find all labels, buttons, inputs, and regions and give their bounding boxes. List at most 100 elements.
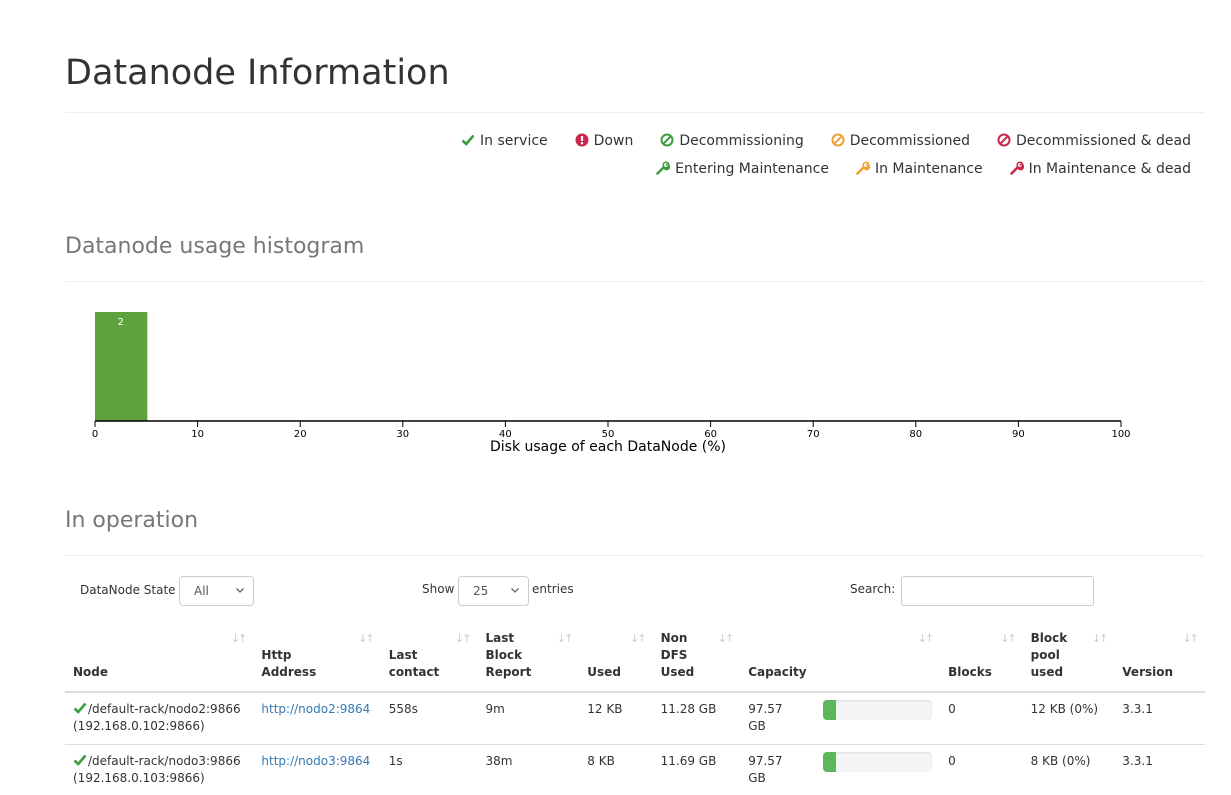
legend-item: Decommissioning <box>659 133 804 149</box>
chevron-down-icon <box>511 588 519 593</box>
column-header-text: Version <box>1122 665 1174 679</box>
column-header-text: Block <box>485 648 523 662</box>
version: 3.3.1 <box>1122 702 1153 716</box>
state-filter-label: DataNode State <box>80 583 176 597</box>
column-header[interactable]: Last Block Report ↓↑ <box>477 628 580 693</box>
x-tick-label: 0 <box>92 429 98 440</box>
capacity-progress-bar <box>823 752 933 772</box>
block-pool-used: 12 KB (0%) <box>1030 702 1099 716</box>
node-ip: (192.168.0.103:9866) <box>73 770 205 785</box>
x-axis-label: Disk usage of each DataNode (%) <box>490 439 726 455</box>
column-header[interactable]: Non DFS Used ↓↑ <box>652 628 741 693</box>
table-row: /default-rack/nodo3:9866 (192.168.0.103:9… <box>65 743 1205 795</box>
column-header[interactable]: Version ↓↑ <box>1114 628 1205 693</box>
entries-label: entries <box>532 582 574 596</box>
x-tick-label: 80 <box>909 429 922 440</box>
last-contact: 1s <box>380 743 478 795</box>
column-header-text: DFS <box>660 648 688 662</box>
sort-icon: ↓↑ <box>1091 632 1109 645</box>
http-address-link[interactable]: http://nodo2:9864 <box>261 702 370 716</box>
divider <box>65 555 1205 556</box>
used: 12 KB <box>587 702 623 716</box>
capacity: 97.57 GB <box>748 754 783 785</box>
legend-label: Decommissioning <box>679 133 804 149</box>
capacity-cell: 97.57 GB <box>740 744 941 795</box>
column-header[interactable]: Used ↓↑ <box>579 628 653 693</box>
node-cell: /default-rack/nodo3:9866 (192.168.0.103:9… <box>65 743 254 795</box>
x-tick-label: 30 <box>396 429 409 440</box>
operation-heading: In operation <box>65 508 199 533</box>
legend-item: In Maintenance <box>855 161 983 177</box>
capacity-progress-fill <box>823 752 837 772</box>
chevron-down-icon <box>236 588 244 593</box>
column-header[interactable]: Blocks ↓↑ <box>940 628 1023 693</box>
wrench-icon <box>655 161 671 177</box>
wrench-icon <box>855 161 871 177</box>
legend-label: In Maintenance <box>874 161 983 177</box>
usage-histogram: 20 10 20 30 40 50 60 70 80 90 100Disk usage of eac… <box>92 312 1131 455</box>
node-cell: /default-rack/nodo2:9866 (192.168.0.102:9… <box>65 692 253 744</box>
non-dfs-used: 11.69 GB <box>652 743 741 795</box>
column-header-text: used <box>1030 665 1064 679</box>
legend-item: Entering Maintenance <box>655 161 829 177</box>
http-cell: http://nodo2:9864 <box>253 692 380 744</box>
http-cell: http://nodo3:9864 <box>253 743 381 795</box>
non-dfs-used: 11.28 GB <box>660 702 717 716</box>
legend-row-2: Entering Maintenance In Maintenance In Mai… <box>391 161 1191 177</box>
legend-item: Decommissioned & dead <box>996 133 1191 149</box>
x-tick-label: 10 <box>191 429 204 440</box>
column-header[interactable]: Last contact ↓↑ <box>380 628 478 693</box>
legend-label: Decommissioned & dead <box>1015 133 1191 149</box>
state-filter-select[interactable]: All <box>179 576 254 606</box>
legend-item: In service <box>460 133 548 149</box>
http-address-link[interactable]: http://nodo3:9864 <box>261 754 370 768</box>
datanode-table: Node ↓↑ Http Address ↓↑ Last contact ↓↑ Last Bloc… <box>65 628 1205 795</box>
entries-select[interactable]: 25 <box>458 576 529 606</box>
divider <box>65 281 1205 282</box>
column-header-text: contact <box>388 665 440 679</box>
blocks: 0 <box>940 743 1023 795</box>
sort-icon: ↓↑ <box>556 632 574 645</box>
ban-icon <box>996 133 1012 149</box>
exclamation-circle-icon <box>574 133 590 149</box>
column-header[interactable]: Block pool used ↓↑ <box>1022 628 1115 693</box>
sort-icon: ↓↑ <box>358 632 375 645</box>
legend-row-1: In service Down Decommissioning Decommissio… <box>391 133 1191 149</box>
search-input[interactable] <box>901 576 1094 606</box>
column-header-text: Blocks <box>948 665 992 679</box>
node-name: /default-rack/nodo2:9866 <box>88 702 241 716</box>
column-header-text: Node <box>73 665 109 679</box>
page-title: Datanode Information <box>65 53 450 93</box>
histogram-bar <box>95 312 148 421</box>
column-header-text: Last <box>388 648 418 662</box>
ban-icon <box>830 133 846 149</box>
column-header[interactable]: Capacity ↓↑ <box>740 628 941 693</box>
column-header-text: pool <box>1030 648 1060 662</box>
column-header[interactable]: Http Address ↓↑ <box>253 628 381 693</box>
sort-icon: ↓↑ <box>1000 632 1017 645</box>
bar-label: 2 <box>117 317 123 328</box>
search-label: Search: <box>850 582 896 596</box>
legend-item: Down <box>574 133 634 149</box>
sort-icon: ↓↑ <box>630 632 647 645</box>
table-header-row: Node ↓↑ Http Address ↓↑ Last contact ↓↑ Last Bloc… <box>65 628 1205 693</box>
legend-label: In service <box>480 133 548 149</box>
last-contact: 558s <box>388 702 418 716</box>
capacity-progress-bar <box>823 700 933 720</box>
column-header[interactable]: Node ↓↑ <box>65 628 254 693</box>
x-tick-label: 100 <box>1111 429 1130 440</box>
x-tick-label: 20 <box>294 429 307 440</box>
column-header-text: Used <box>660 665 695 679</box>
legend-label: Down <box>593 133 634 149</box>
node-name: /default-rack/nodo3:9866 <box>88 753 241 768</box>
table-controls: DataNode State All Show 25 entries Searc… <box>65 575 1205 607</box>
blocks: 0 <box>948 702 956 716</box>
legend-label: Decommissioned <box>849 133 970 149</box>
wrench-icon <box>1009 161 1025 177</box>
capacity-cell: 97.57 GB <box>740 693 940 744</box>
table-body: /default-rack/nodo2:9866 (192.168.0.102:9… <box>65 692 1205 795</box>
sort-icon: ↓↑ <box>455 632 472 645</box>
sort-icon: ↓↑ <box>230 632 248 645</box>
column-header-text: Capacity <box>748 665 807 679</box>
block-pool-used: 8 KB (0%) <box>1022 743 1115 795</box>
